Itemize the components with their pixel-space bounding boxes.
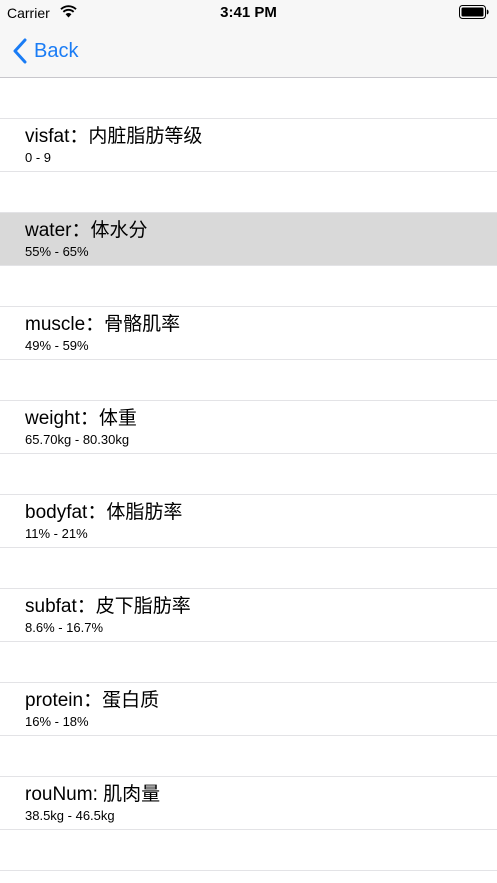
item-range: 38.5kg - 46.5kg bbox=[25, 808, 115, 823]
list-item[interactable]: visfat：内脏脂肪等级 0 - 9 bbox=[0, 119, 497, 172]
section-spacer bbox=[0, 642, 497, 683]
list-item[interactable]: muscle：骨骼肌率 49% - 59% bbox=[0, 307, 497, 360]
item-title: protein：蛋白质 bbox=[25, 690, 160, 711]
section-spacer bbox=[0, 78, 497, 119]
item-range: 11% - 21% bbox=[25, 526, 88, 541]
item-title: muscle：骨骼肌率 bbox=[25, 314, 181, 335]
section-spacer bbox=[0, 454, 497, 495]
list-item[interactable]: bodyfat：体脂肪率 11% - 21% bbox=[0, 495, 497, 548]
section-spacer bbox=[0, 548, 497, 589]
section-spacer bbox=[0, 830, 497, 871]
list-item[interactable]: protein：蛋白质 16% - 18% bbox=[0, 683, 497, 736]
chevron-left-icon bbox=[13, 38, 27, 64]
back-label: Back bbox=[34, 40, 79, 62]
item-range: 16% - 18% bbox=[25, 714, 89, 729]
item-range: 0 - 9 bbox=[25, 150, 52, 165]
back-button[interactable]: Back bbox=[12, 36, 78, 66]
item-range: 55% - 65% bbox=[25, 244, 89, 259]
item-title: bodyfat：体脂肪率 bbox=[25, 502, 183, 523]
item-range: 65.70kg - 80.30kg bbox=[25, 432, 130, 447]
item-title: water：体水分 bbox=[25, 220, 148, 241]
item-range: 8.6% - 16.7% bbox=[25, 620, 104, 635]
item-range: 49% - 59% bbox=[25, 338, 89, 353]
section-spacer bbox=[0, 172, 497, 213]
list-item[interactable]: rouNum: 肌肉量 38.5kg - 46.5kg bbox=[0, 777, 497, 830]
battery-full-icon bbox=[459, 5, 489, 19]
section-spacer bbox=[0, 266, 497, 307]
list-item[interactable]: subfat：皮下脂肪率 8.6% - 16.7% bbox=[0, 589, 497, 642]
section-spacer bbox=[0, 736, 497, 777]
app-screen: Carrier 3:41 PM Back visfat：内脏脂肪等级 0 - 9 w… bbox=[0, 0, 497, 883]
range-list: visfat：内脏脂肪等级 0 - 9 water：体水分 55% - 65% musc… bbox=[0, 78, 497, 871]
item-title: rouNum: 肌肉量 bbox=[25, 784, 161, 805]
item-title: weight：体重 bbox=[25, 408, 137, 429]
section-spacer bbox=[0, 360, 497, 401]
list-item[interactable]: weight：体重 65.70kg - 80.30kg bbox=[0, 401, 497, 454]
status-bar: Carrier 3:41 PM bbox=[0, 0, 497, 26]
item-title: visfat：内脏脂肪等级 bbox=[25, 126, 203, 147]
status-time: 3:41 PM bbox=[220, 4, 277, 21]
list-item[interactable]: water：体水分 55% - 65% bbox=[0, 213, 497, 266]
item-title: subfat：皮下脂肪率 bbox=[25, 596, 191, 617]
navigation-bar: Back bbox=[0, 26, 497, 78]
